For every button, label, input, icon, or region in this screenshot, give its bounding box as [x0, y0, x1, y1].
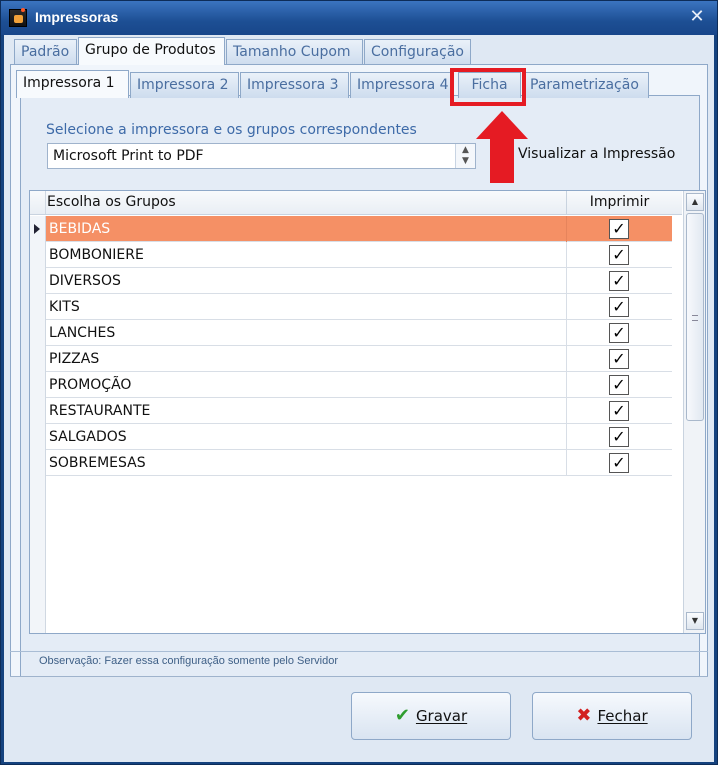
- tab-impressora-2[interactable]: Impressora 2: [130, 72, 239, 98]
- row-indicator: [30, 294, 46, 320]
- table-row[interactable]: BEBIDAS ✓: [30, 216, 672, 242]
- imprimir-cell: ✓: [566, 320, 672, 346]
- tab-parametrizacao[interactable]: Parametrização: [523, 72, 649, 98]
- row-indicator: [30, 216, 46, 242]
- imprimir-cell: ✓: [566, 398, 672, 424]
- table-row[interactable]: KITS ✓: [30, 294, 672, 320]
- button-bar: ✔ Gravar ✖ Fechar: [10, 676, 708, 758]
- tab-impressora-3[interactable]: Impressora 3: [240, 72, 349, 98]
- scroll-up-icon[interactable]: ▲: [686, 193, 704, 211]
- title-bar[interactable]: Impressoras ✕: [1, 1, 717, 35]
- table-row[interactable]: LANCHES ✓: [30, 320, 672, 346]
- row-indicator: [30, 424, 46, 450]
- printer-select-label: Selecione a impressora e os grupos corre…: [46, 122, 417, 138]
- row-indicator: [30, 346, 46, 372]
- scroll-down-icon[interactable]: ▼: [686, 612, 704, 630]
- x-icon: ✖: [576, 705, 592, 726]
- group-name: SALGADOS: [49, 429, 127, 445]
- row-indicator: [30, 450, 46, 476]
- imprimir-cell: ✓: [566, 216, 672, 242]
- imprimir-checkbox[interactable]: ✓: [609, 297, 629, 317]
- imprimir-checkbox[interactable]: ✓: [609, 323, 629, 343]
- tab-tamanho-cupom[interactable]: Tamanho Cupom: [226, 39, 363, 65]
- group-name: PIZZAS: [49, 351, 100, 367]
- imprimir-cell: ✓: [566, 372, 672, 398]
- group-name: LANCHES: [49, 325, 116, 341]
- close-icon[interactable]: ✕: [687, 6, 707, 28]
- column-header-groups[interactable]: Escolha os Grupos: [47, 194, 176, 210]
- gravar-label: Gravar: [415, 707, 468, 725]
- imprimir-checkbox[interactable]: ✓: [609, 375, 629, 395]
- imprimir-checkbox[interactable]: ✓: [609, 427, 629, 447]
- row-indicator: [30, 320, 46, 346]
- group-name: KITS: [49, 299, 80, 315]
- grip-icon: [692, 315, 698, 321]
- printer-select-value: Microsoft Print to PDF: [53, 148, 204, 164]
- group-name: SOBREMESAS: [49, 455, 146, 471]
- table-row[interactable]: DIVERSOS ✓: [30, 268, 672, 294]
- imprimir-cell: ✓: [566, 294, 672, 320]
- printers-dialog: Impressoras ✕ Padrão Grupo de Produtos T…: [0, 0, 718, 765]
- row-indicator: [30, 398, 46, 424]
- table-row[interactable]: PROMOÇÃO ✓: [30, 372, 672, 398]
- groups-grid: Escolha os Grupos Imprimir BEBIDAS ✓ BOMBO…: [29, 190, 706, 634]
- grid-body: BEBIDAS ✓ BOMBONIERE ✓ DIVERSOS ✓ KITS ✓ LANCHES…: [30, 216, 672, 476]
- impressora-panel: Selecione a impressora e os grupos corre…: [20, 95, 706, 681]
- table-row[interactable]: SOBREMESAS ✓: [30, 450, 672, 476]
- printer-select[interactable]: Microsoft Print to PDF ▲ ▼: [47, 143, 476, 169]
- grid-header: Escolha os Grupos Imprimir: [30, 191, 682, 215]
- imprimir-checkbox[interactable]: ✓: [609, 453, 629, 473]
- table-row[interactable]: SALGADOS ✓: [30, 424, 672, 450]
- imprimir-cell: ✓: [566, 242, 672, 268]
- imprimir-checkbox[interactable]: ✓: [609, 401, 629, 421]
- column-header-imprimir[interactable]: Imprimir: [566, 191, 672, 215]
- highlight-box: [450, 68, 526, 106]
- grupo-produtos-panel: Selecione a impressora e os grupos corre…: [10, 64, 708, 690]
- group-name: DIVERSOS: [49, 273, 121, 289]
- table-row[interactable]: RESTAURANTE ✓: [30, 398, 672, 424]
- tab-impressora-1[interactable]: Impressora 1: [16, 70, 129, 98]
- dialog-client: Padrão Grupo de Produtos Tamanho Cupom C…: [4, 35, 714, 762]
- current-row-arrow-icon: [34, 224, 40, 234]
- vertical-scrollbar[interactable]: ▲ ▼: [683, 191, 705, 633]
- check-icon: ✔: [394, 705, 410, 726]
- row-indicator: [30, 372, 46, 398]
- tab-padrao[interactable]: Padrão: [14, 39, 77, 65]
- imprimir-checkbox[interactable]: ✓: [609, 349, 629, 369]
- scroll-thumb[interactable]: [686, 213, 704, 421]
- imprimir-checkbox[interactable]: ✓: [609, 271, 629, 291]
- tab-impressora-4[interactable]: Impressora 4: [350, 72, 453, 98]
- row-indicator: [30, 268, 46, 294]
- gravar-button[interactable]: ✔ Gravar: [351, 692, 511, 740]
- fechar-button[interactable]: ✖ Fechar: [532, 692, 692, 740]
- tab-grupo-de-produtos[interactable]: Grupo de Produtos: [78, 37, 225, 65]
- group-name: RESTAURANTE: [49, 403, 151, 419]
- app-icon: [9, 8, 27, 27]
- imprimir-cell: ✓: [566, 424, 672, 450]
- imprimir-cell: ✓: [566, 450, 672, 476]
- fechar-label: Fechar: [597, 707, 648, 725]
- visualizar-impressao-label[interactable]: Visualizar a Impressão: [518, 146, 675, 162]
- imprimir-checkbox[interactable]: ✓: [609, 219, 629, 239]
- observation-note: Observação: Fazer essa configuração some…: [10, 651, 708, 671]
- group-name: PROMOÇÃO: [49, 377, 132, 393]
- tab-configuracao[interactable]: Configuração: [364, 39, 471, 65]
- table-row[interactable]: BOMBONIERE ✓: [30, 242, 672, 268]
- table-row[interactable]: PIZZAS ✓: [30, 346, 672, 372]
- window-title: Impressoras: [35, 9, 119, 25]
- imprimir-cell: ✓: [566, 268, 672, 294]
- indicator-header: [30, 191, 46, 214]
- imprimir-checkbox[interactable]: ✓: [609, 245, 629, 265]
- row-indicator: [30, 242, 46, 268]
- group-name: BOMBONIERE: [49, 247, 144, 263]
- spinner-arrows-icon[interactable]: ▲ ▼: [455, 144, 475, 168]
- imprimir-cell: ✓: [566, 346, 672, 372]
- group-name: BEBIDAS: [49, 221, 111, 237]
- red-arrow-up-icon: [476, 111, 528, 183]
